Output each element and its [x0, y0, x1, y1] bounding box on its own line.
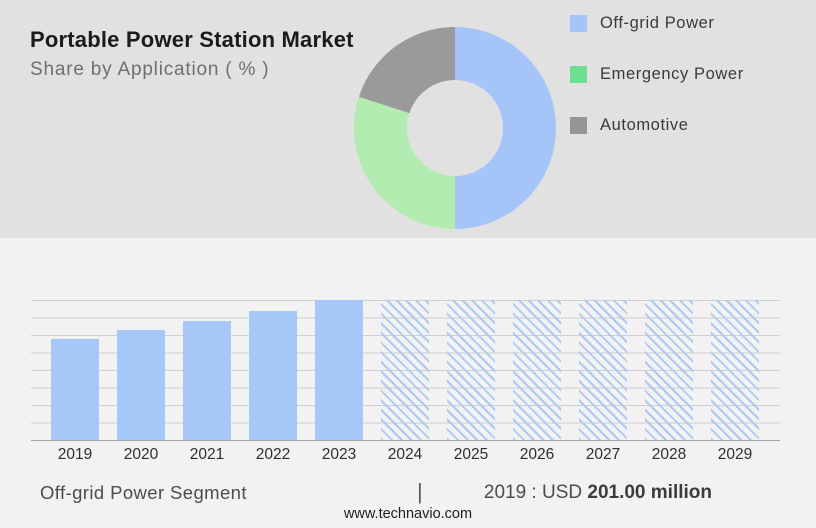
bar-chart-section: 2019 2020 2021 2022 2023 2024 2025 2026 2027 2028… — [0, 238, 816, 528]
page-title: Portable Power Station Market — [30, 27, 354, 53]
infographic-page: Portable Power Station Market Share by A… — [0, 0, 816, 528]
x-axis-label-2019: 2019 — [45, 446, 105, 464]
legend-swatch-icon — [570, 15, 587, 32]
bar-2029-forecast — [711, 300, 759, 440]
donut-legend: Off-grid Power Emergency Power Automotive — [570, 15, 744, 168]
bar-2027-forecast — [579, 300, 627, 440]
bar-2026-forecast — [513, 300, 561, 440]
segment-value-prefix: 2019 : USD — [484, 482, 588, 503]
bar-2020 — [117, 330, 165, 440]
footer-separator: | — [417, 479, 423, 505]
x-axis-baseline — [31, 440, 780, 442]
donut-chart — [354, 27, 556, 229]
legend-swatch-icon — [570, 117, 587, 134]
segment-value-amount: 201.00 million — [587, 482, 712, 503]
legend-swatch-icon — [570, 66, 587, 83]
x-axis-label-2021: 2021 — [177, 446, 237, 464]
page-subtitle: Share by Application ( % ) — [30, 59, 269, 81]
bar-2022 — [249, 311, 297, 440]
x-axis-label-2020: 2020 — [111, 446, 171, 464]
legend-label: Emergency Power — [600, 65, 744, 84]
x-axis-label-2023: 2023 — [309, 446, 369, 464]
legend-item-off-grid-power: Off-grid Power — [570, 15, 744, 32]
donut-chart-section: Portable Power Station Market Share by A… — [0, 0, 816, 238]
bar-2023 — [315, 300, 363, 440]
x-axis-label-2025: 2025 — [441, 446, 501, 464]
legend-label: Automotive — [600, 116, 689, 135]
segment-label: Off-grid Power Segment — [40, 482, 247, 504]
bar-2021 — [183, 321, 231, 440]
x-axis-label-2028: 2028 — [639, 446, 699, 464]
x-axis-label-2026: 2026 — [507, 446, 567, 464]
segment-value: 2019 : USD 201.00 million — [484, 482, 712, 504]
x-axis-label-2022: 2022 — [243, 446, 303, 464]
legend-label: Off-grid Power — [600, 14, 714, 33]
bar-2028-forecast — [645, 300, 693, 440]
x-axis-label-2024: 2024 — [375, 446, 435, 464]
bar-2019 — [51, 339, 99, 441]
bar-2025-forecast — [447, 300, 495, 440]
website-url: www.technavio.com — [0, 506, 816, 522]
bar-2024-forecast — [381, 300, 429, 440]
x-axis-label-2027: 2027 — [573, 446, 633, 464]
bar-plot: 2019202020212022202320242025202620272028… — [31, 300, 780, 440]
legend-item-automotive: Automotive — [570, 117, 744, 134]
x-axis-label-2029: 2029 — [705, 446, 765, 464]
legend-item-emergency-power: Emergency Power — [570, 66, 744, 83]
donut-hole — [407, 80, 503, 176]
